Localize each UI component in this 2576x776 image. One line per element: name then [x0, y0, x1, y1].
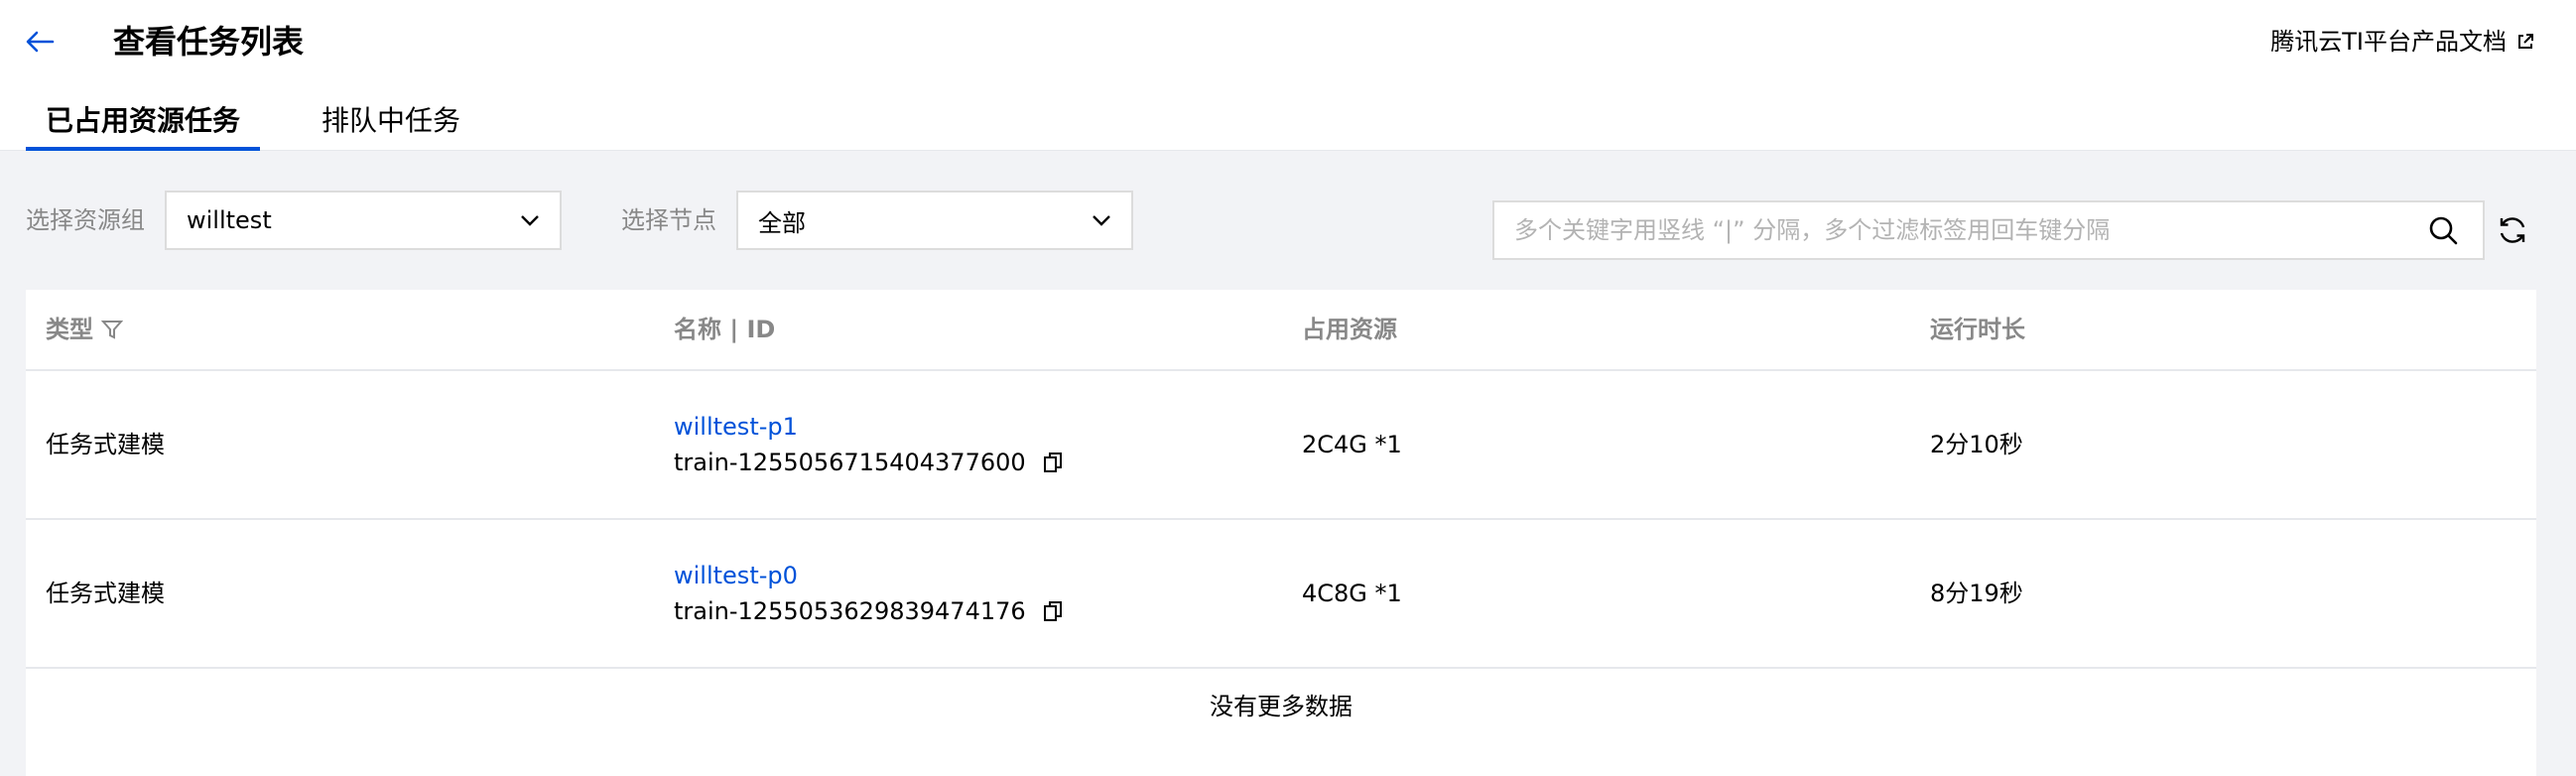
cell-type: 任务式建模 — [46, 431, 165, 458]
back-button[interactable] — [22, 24, 58, 60]
table-row: 任务式建模 willtest-p0 train-1255053629839474… — [26, 520, 2536, 669]
tab-occupied-tasks[interactable]: 已占用资源任务 — [26, 99, 260, 151]
table-header: 类型 名称 | ID 占用资源 运行时长 — [26, 290, 2536, 371]
no-more-data-text: 没有更多数据 — [1210, 693, 1352, 720]
node-label: 选择节点 — [621, 206, 716, 234]
cell-name-id: willtest-p1 train-1255056715404377600 — [674, 371, 1066, 518]
search-icon — [2429, 216, 2458, 245]
resource-group-label: 选择资源组 — [26, 206, 145, 234]
product-doc-link-label: 腾讯云TI平台产品文档 — [2270, 28, 2507, 56]
task-name-link[interactable]: willtest-p0 — [674, 558, 1066, 593]
page-title: 查看任务列表 — [113, 23, 305, 61]
arrow-left-icon — [26, 31, 55, 53]
copy-id-button[interactable] — [1040, 598, 1066, 624]
task-name-link[interactable]: willtest-p1 — [674, 409, 1066, 445]
cell-duration: 2分10秒 — [1930, 431, 2023, 458]
column-header-resource: 占用资源 — [1302, 316, 1397, 343]
resource-group-select[interactable]: willtest — [165, 191, 562, 250]
top-bar: 查看任务列表 腾讯云TI平台产品文档 已占用资源任务 排队中任务 — [0, 0, 2576, 151]
column-header-type: 类型 — [46, 290, 123, 369]
cell-type: 任务式建模 — [46, 580, 165, 607]
external-link-icon — [2518, 34, 2533, 49]
product-doc-link[interactable]: 腾讯云TI平台产品文档 — [2270, 24, 2534, 60]
chevron-down-icon — [1093, 215, 1110, 226]
search-box — [1492, 200, 2485, 260]
table-row: 任务式建模 willtest-p1 train-1255056715404377… — [26, 371, 2536, 520]
refresh-button[interactable] — [2493, 210, 2532, 250]
node-value: 全部 — [758, 208, 806, 237]
task-id-line: train-1255056715404377600 — [674, 445, 1066, 480]
search-button[interactable] — [2423, 210, 2463, 250]
cell-resource: 2C4G *1 — [1302, 431, 1402, 458]
resource-group-value: willtest — [187, 206, 272, 234]
copy-icon — [1043, 453, 1062, 472]
task-id: train-1255056715404377600 — [674, 449, 1026, 476]
cell-duration: 8分19秒 — [1930, 580, 2023, 607]
chevron-down-icon — [521, 215, 539, 226]
refresh-icon — [2500, 217, 2525, 243]
copy-id-button[interactable] — [1040, 450, 1066, 475]
node-select[interactable]: 全部 — [736, 191, 1133, 250]
task-id-line: train-1255053629839474176 — [674, 593, 1066, 629]
task-id: train-1255053629839474176 — [674, 597, 1026, 625]
column-header-type-label: 类型 — [46, 316, 93, 343]
search-input[interactable] — [1514, 216, 2423, 244]
copy-icon — [1043, 601, 1062, 621]
column-header-duration: 运行时长 — [1930, 316, 2025, 343]
tab-queued-tasks[interactable]: 排队中任务 — [318, 99, 464, 151]
cell-name-id: willtest-p0 train-1255053629839474176 — [674, 520, 1066, 667]
filter-icon[interactable] — [101, 319, 123, 340]
column-header-name-id: 名称 | ID — [674, 316, 776, 343]
cell-resource: 4C8G *1 — [1302, 580, 1402, 607]
task-table: 类型 名称 | ID 占用资源 运行时长 任务式建模 willtest-p1 t… — [26, 290, 2536, 776]
